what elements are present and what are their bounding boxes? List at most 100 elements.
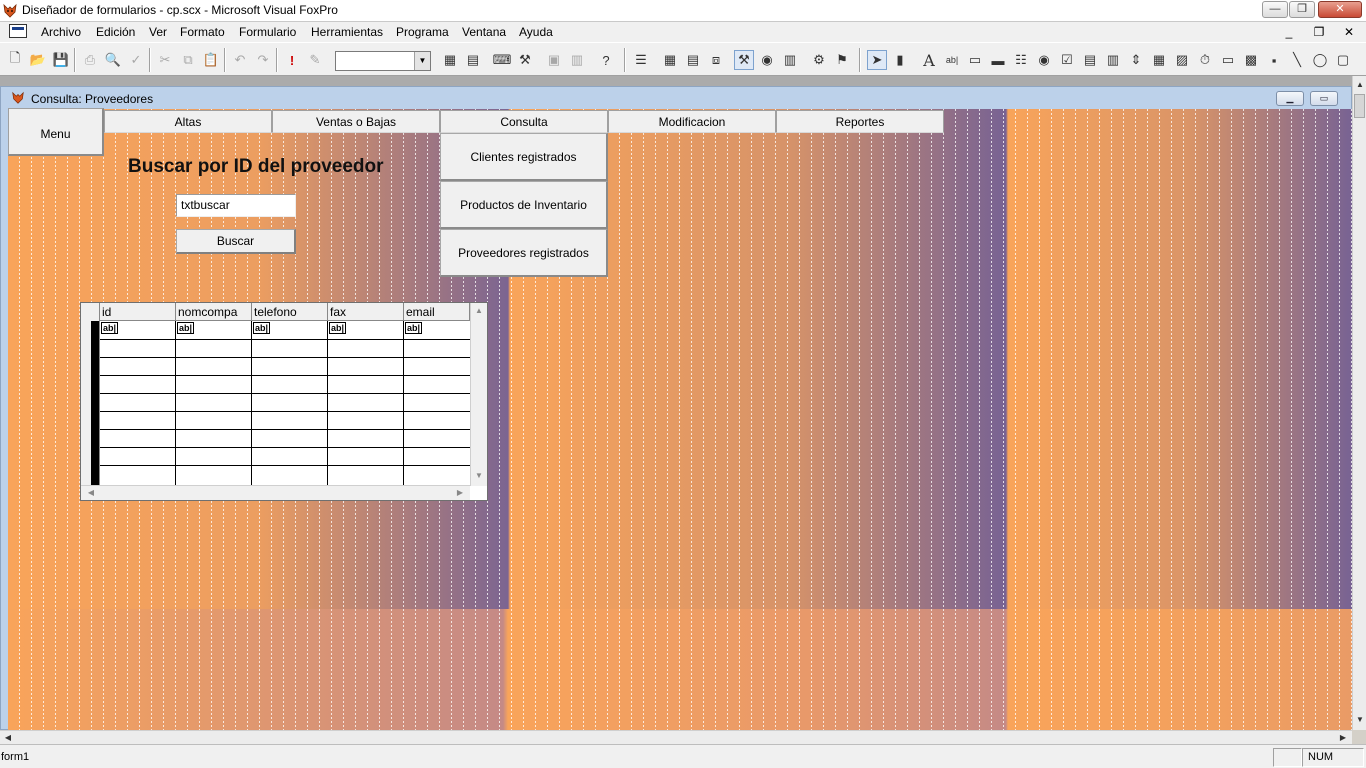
scroll-right-icon[interactable]: ▶ xyxy=(1336,731,1350,745)
print-preview-icon[interactable]: 🔍 xyxy=(103,50,123,70)
run-icon[interactable]: ! xyxy=(282,50,302,70)
clientes-registrados-button[interactable]: Clientes registrados xyxy=(440,133,608,181)
editbox-icon[interactable]: ▭ xyxy=(965,50,985,70)
grid-horizontal-scrollbar[interactable]: ◀ ▶ xyxy=(81,485,470,500)
code-icon[interactable]: ⧈ xyxy=(706,50,726,70)
menu-ventana[interactable]: Ventana xyxy=(462,25,506,39)
main-horizontal-scrollbar[interactable]: ◀ ▶ xyxy=(0,730,1352,744)
undo-icon[interactable]: ↶ xyxy=(230,50,250,70)
tab-consulta[interactable]: Consulta xyxy=(440,110,608,133)
grid-header-fax[interactable]: fax xyxy=(328,303,404,321)
cut-icon[interactable]: ✂ xyxy=(155,50,175,70)
scroll-up-icon[interactable]: ▲ xyxy=(1353,78,1366,92)
ole-container-icon[interactable]: ▩ xyxy=(1241,50,1261,70)
redo-icon[interactable]: ↷ xyxy=(253,50,273,70)
tab-menu[interactable]: Menu xyxy=(8,108,104,156)
textbox-icon[interactable]: ab| xyxy=(942,50,962,70)
autoformat-icon[interactable]: ⚑ xyxy=(832,50,852,70)
grid-header-telefono[interactable]: telefono xyxy=(252,303,328,321)
grid-cell-fax[interactable]: ab| xyxy=(329,322,347,334)
open-icon[interactable]: 📂 xyxy=(28,50,48,70)
spell-check-icon[interactable]: ✓ xyxy=(126,50,146,70)
properties-icon[interactable]: ▤ xyxy=(683,50,703,70)
image-icon[interactable]: ▨ xyxy=(1172,50,1192,70)
new-icon[interactable]: 🗋 xyxy=(5,50,25,70)
color-palette-icon[interactable]: ▣ xyxy=(544,50,564,70)
tab-reportes[interactable]: Reportes xyxy=(776,110,944,133)
layout-icon[interactable]: ▥ xyxy=(780,50,800,70)
scroll-left-icon[interactable]: ◀ xyxy=(84,486,98,500)
mdi-close-button[interactable]: ✕ xyxy=(1340,24,1358,40)
tab-altas[interactable]: Altas xyxy=(104,110,272,133)
line-icon[interactable]: ╲ xyxy=(1287,50,1307,70)
view-classes-icon[interactable]: ▮ xyxy=(890,50,910,70)
grid-header-id[interactable]: id xyxy=(100,303,176,321)
tab-ventas-o-bajas[interactable]: Ventas o Bajas xyxy=(272,110,440,133)
pageframe-icon[interactable]: ▭ xyxy=(1218,50,1238,70)
grid-record-selector[interactable] xyxy=(81,303,100,486)
save-icon[interactable]: 💾 xyxy=(51,50,71,70)
suppliers-grid[interactable]: id nomcompa telefono fax email ab| ab| a… xyxy=(80,302,488,501)
form-controls-toolbar-icon[interactable]: ⚒ xyxy=(734,50,754,70)
menu-ver[interactable]: Ver xyxy=(149,25,167,39)
menu-edicion[interactable]: Edición xyxy=(96,25,135,39)
search-button[interactable]: Buscar xyxy=(176,229,296,254)
menu-ayuda[interactable]: Ayuda xyxy=(519,25,553,39)
main-vertical-scrollbar[interactable]: ▲ ▼ xyxy=(1352,76,1366,730)
scroll-up-icon[interactable]: ▲ xyxy=(472,304,486,318)
form-builder-icon[interactable]: ⚙ xyxy=(809,50,829,70)
select-objects-icon[interactable]: ➤ xyxy=(867,50,887,70)
mdi-restore-button[interactable]: ❐ xyxy=(1310,24,1328,40)
grid-icon[interactable]: ▦ xyxy=(1149,50,1169,70)
command-group-icon[interactable]: ☷ xyxy=(1011,50,1031,70)
grid-cell-nomcompa[interactable]: ab| xyxy=(177,322,195,334)
maximize-button[interactable]: ❐ xyxy=(1289,1,1315,18)
grid-cell-telefono[interactable]: ab| xyxy=(253,322,271,334)
print-icon[interactable]: ⎙ xyxy=(80,50,100,70)
properties-window-icon[interactable]: ▤ xyxy=(463,50,483,70)
shape-icon[interactable]: ◯ xyxy=(1310,50,1330,70)
scrollbar-thumb[interactable] xyxy=(1354,94,1365,118)
font-combo[interactable]: ▼ xyxy=(335,51,431,71)
data-environment-2-icon[interactable]: ▦ xyxy=(660,50,680,70)
grid-cell-email[interactable]: ab| xyxy=(405,322,423,334)
palette-icon[interactable]: ◉ xyxy=(757,50,777,70)
container-icon[interactable]: ▢ xyxy=(1333,50,1353,70)
checkbox-icon[interactable]: ☑ xyxy=(1057,50,1077,70)
spinner-icon[interactable]: ⇕ xyxy=(1126,50,1146,70)
menu-programa[interactable]: Programa xyxy=(396,25,449,39)
combobox-icon[interactable]: ▤ xyxy=(1080,50,1100,70)
scroll-down-icon[interactable]: ▼ xyxy=(472,469,486,483)
mdi-minimize-button[interactable]: _ xyxy=(1280,24,1298,40)
grid-vertical-scrollbar[interactable]: ▲ ▼ xyxy=(470,303,487,486)
option-group-icon[interactable]: ◉ xyxy=(1034,50,1054,70)
command-button-icon[interactable]: ▬ xyxy=(988,50,1008,70)
label-icon[interactable]: A xyxy=(919,50,939,70)
grid-header-nomcompa[interactable]: nomcompa xyxy=(176,303,252,321)
paste-icon[interactable]: 📋 xyxy=(201,50,221,70)
layout-toolbar-icon[interactable]: ▥ xyxy=(567,50,587,70)
modify-icon[interactable]: ✎ xyxy=(305,50,325,70)
menu-formato[interactable]: Formato xyxy=(180,25,225,39)
form-control-toolbar-icon[interactable]: ⚒ xyxy=(515,50,535,70)
data-environment-icon[interactable]: ▦ xyxy=(440,50,460,70)
code-window-icon[interactable]: ⌨ xyxy=(492,50,512,70)
help-icon[interactable]: ? xyxy=(596,50,616,70)
tab-order-icon[interactable]: ☰ xyxy=(631,50,651,70)
ole-bound-icon[interactable]: ▪ xyxy=(1264,50,1284,70)
grid-cell-id[interactable]: ab| xyxy=(101,322,119,334)
scroll-left-icon[interactable]: ◀ xyxy=(1,731,15,745)
productos-inventario-button[interactable]: Productos de Inventario xyxy=(440,181,608,229)
menu-formulario[interactable]: Formulario xyxy=(239,25,296,39)
system-menu-icon[interactable] xyxy=(9,24,27,38)
scroll-down-icon[interactable]: ▼ xyxy=(1353,713,1366,727)
menu-herramientas[interactable]: Herramientas xyxy=(311,25,383,39)
tab-modificacion[interactable]: Modificacion xyxy=(608,110,776,133)
proveedores-registrados-button[interactable]: Proveedores registrados xyxy=(440,229,608,277)
copy-icon[interactable]: ⧉ xyxy=(178,50,198,70)
menu-archivo[interactable]: Archivo xyxy=(41,25,81,39)
form-maximize-button[interactable]: ▭ xyxy=(1310,91,1338,106)
scroll-right-icon[interactable]: ▶ xyxy=(453,486,467,500)
grid-header-email[interactable]: email xyxy=(404,303,470,321)
close-button[interactable]: ✕ xyxy=(1318,1,1362,18)
